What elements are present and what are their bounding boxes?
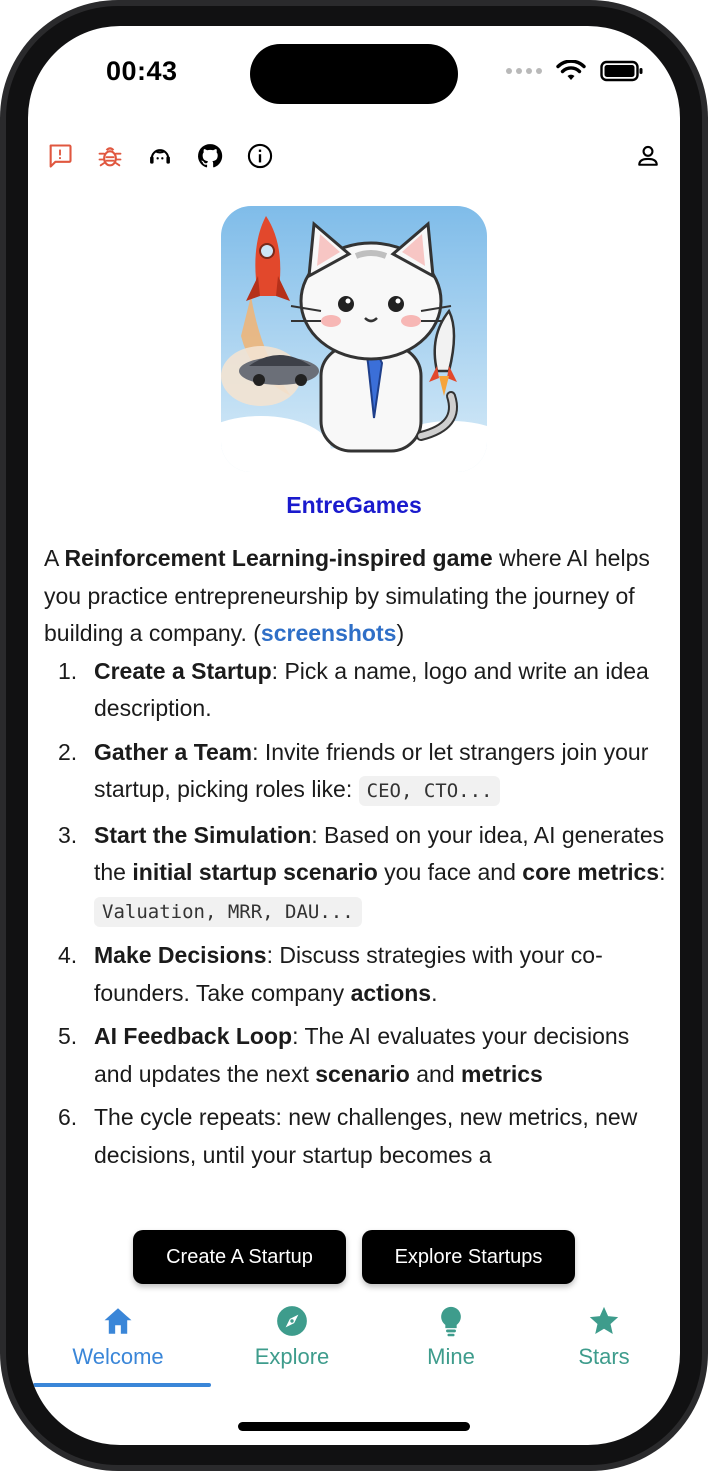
step-number: 6.	[58, 1104, 78, 1130]
step-text: The cycle repeats: new challenges, new m…	[94, 1104, 638, 1168]
dynamic-island	[250, 44, 458, 104]
list-item: 3. Start the Simulation: Based on your i…	[44, 817, 668, 932]
bottom-tab-bar: Welcome Explore Mine Stars	[28, 1302, 680, 1388]
wifi-icon	[556, 60, 586, 80]
info-icon[interactable]	[244, 140, 276, 172]
list-item: 5. AI Feedback Loop: The AI evaluates yo…	[44, 1018, 668, 1093]
intro-paragraph: A Reinforcement Learning-inspired game w…	[44, 540, 668, 653]
active-tab-indicator	[33, 1383, 211, 1387]
app-title: EntreGames	[286, 492, 422, 518]
step-title: Start the Simulation	[94, 821, 312, 848]
list-item: 6. The cycle repeats: new challenges, ne…	[44, 1099, 668, 1174]
status-time: 00:43	[106, 56, 178, 86]
cellular-signal-icon	[506, 68, 542, 74]
step-number: 2.	[58, 738, 78, 765]
step-number: 1.	[58, 657, 78, 684]
step-number: 3.	[58, 821, 78, 848]
tab-label: Mine	[427, 1344, 475, 1369]
compass-icon	[277, 1306, 307, 1336]
step-bold: initial startup scenario	[132, 859, 378, 885]
home-icon	[104, 1308, 132, 1334]
explore-startups-button[interactable]: Explore Startups	[362, 1230, 575, 1284]
list-item: 1. Create a Startup: Pick a name, logo a…	[44, 653, 668, 728]
tab-label: Explore	[254, 1344, 330, 1369]
support-agent-icon[interactable]	[144, 140, 176, 172]
star-icon	[589, 1306, 619, 1335]
battery-icon	[600, 60, 643, 82]
list-item: 4. Make Decisions: Discuss strategies wi…	[44, 937, 668, 1012]
status-icons	[506, 60, 644, 82]
step-bold: actions	[350, 979, 432, 1006]
tab-label: Stars	[578, 1344, 630, 1369]
tab-explore[interactable]: Explore	[207, 1302, 377, 1388]
roles-code: CEO, CTO...	[358, 776, 501, 806]
create-startup-button[interactable]: Create A Startup	[133, 1230, 346, 1284]
step-title: Gather a Team	[94, 738, 253, 765]
step-title: Make Decisions	[94, 942, 267, 968]
github-icon[interactable]	[194, 140, 226, 172]
tab-label: Welcome	[72, 1344, 164, 1369]
app-logo	[221, 206, 487, 472]
lightbulb-icon	[441, 1306, 461, 1337]
tab-stars[interactable]: Stars	[519, 1302, 680, 1388]
welcome-content: A Reinforcement Learning-inspired game w…	[44, 540, 668, 1180]
step-bold: core metrics	[522, 859, 660, 885]
profile-icon[interactable]	[632, 140, 664, 172]
intro-suffix: )	[396, 620, 405, 646]
step-text: :	[659, 859, 666, 885]
tab-welcome[interactable]: Welcome	[33, 1302, 203, 1388]
step-bold: metrics	[461, 1060, 543, 1087]
tab-mine[interactable]: Mine	[366, 1302, 536, 1388]
list-item: 2. Gather a Team: Invite friends or let …	[44, 734, 668, 811]
intro-bold: Reinforcement Learning-inspired game	[64, 545, 493, 571]
step-number: 5.	[58, 1023, 78, 1049]
intro-prefix: A	[44, 545, 65, 571]
step-bold: scenario	[315, 1060, 410, 1087]
step-title: AI Feedback Loop	[94, 1023, 293, 1049]
top-toolbar	[44, 140, 664, 174]
step-number: 4.	[58, 942, 78, 968]
step-text: and	[409, 1060, 461, 1087]
feedback-icon[interactable]	[44, 140, 76, 172]
step-text: you face and	[377, 859, 523, 885]
home-indicator	[238, 1422, 470, 1431]
steps-list: 1. Create a Startup: Pick a name, logo a…	[44, 653, 668, 1175]
metrics-code: Valuation, MRR, DAU...	[94, 896, 362, 927]
step-text: .	[431, 979, 438, 1006]
bug-icon[interactable]	[94, 140, 126, 172]
screen: 00:43 EntreGames A Reinforcement Learnin…	[28, 26, 680, 1445]
screenshots-link[interactable]: screenshots	[261, 620, 397, 646]
step-title: Create a Startup	[94, 657, 272, 684]
